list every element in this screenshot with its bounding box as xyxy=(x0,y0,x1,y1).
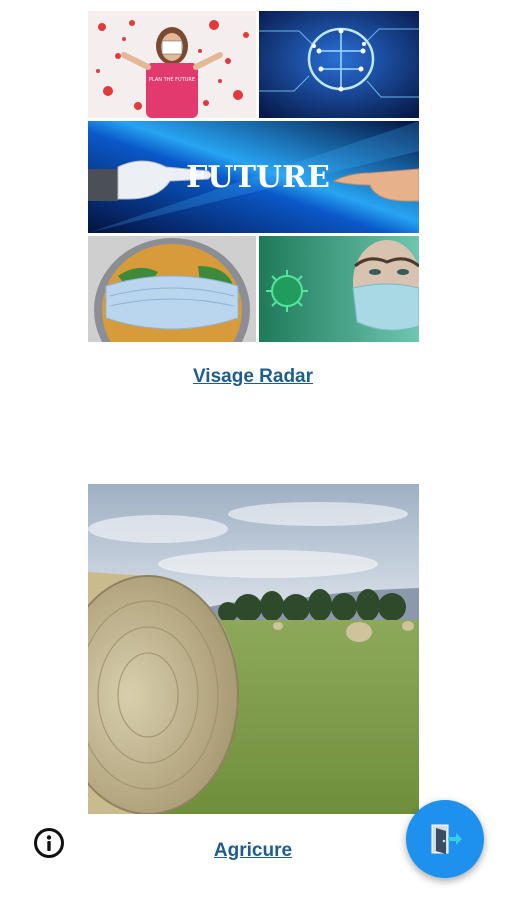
exit-door-icon xyxy=(431,824,462,854)
globe-mask-illustration xyxy=(88,236,256,342)
banner-text: FUTURE xyxy=(186,160,330,195)
tile-woman-virus: PLAN THE FUTURE xyxy=(88,11,256,118)
virus-face-illustration xyxy=(259,236,419,342)
shirt-text: PLAN THE FUTURE xyxy=(149,77,195,83)
future-banner-illustration: FUTURE xyxy=(88,121,419,233)
info-glyph xyxy=(46,835,52,851)
tile-virus-face xyxy=(259,236,419,342)
hay-bale-field-illustration xyxy=(88,484,419,814)
visage-radar-image[interactable]: PLAN THE FUTURE FUTURE xyxy=(88,11,419,342)
woman-virus-illustration: PLAN THE FUTURE xyxy=(88,11,256,118)
digital-brain-illustration xyxy=(259,11,419,118)
agricure-image[interactable] xyxy=(88,484,419,814)
visage-radar-link[interactable]: Visage Radar xyxy=(0,366,506,388)
info-circle-icon[interactable] xyxy=(34,828,64,858)
tile-globe-mask xyxy=(88,236,256,342)
tile-future-banner: FUTURE xyxy=(88,121,419,233)
exit-fab-button[interactable] xyxy=(406,800,484,878)
tile-digital-brain xyxy=(259,11,419,118)
